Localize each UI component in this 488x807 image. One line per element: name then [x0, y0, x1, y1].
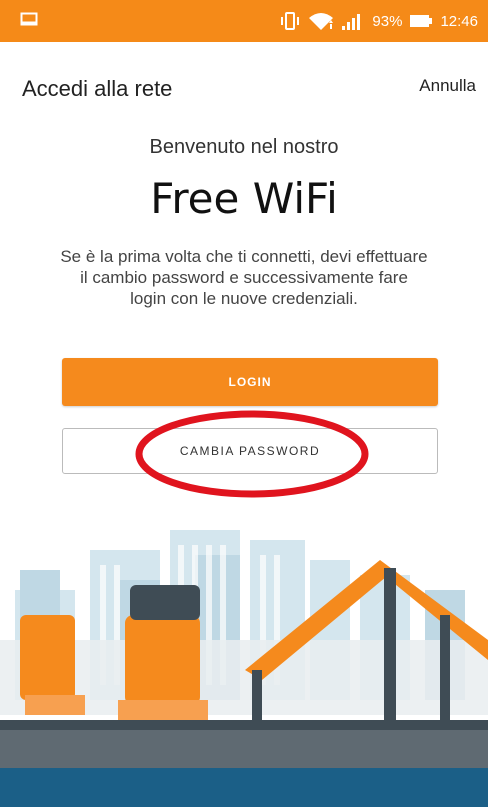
free-wifi-heading: Free WiFi — [150, 174, 338, 223]
cancel-button[interactable]: Annulla — [419, 76, 476, 96]
image-icon — [20, 12, 38, 26]
instructions-text: Se è la prima volta che ti connetti, dev… — [60, 247, 428, 308]
clock: 12:46 — [440, 12, 478, 30]
phone-screen: 93% 12:46 Accedi alla rete Annulla Benve… — [0, 0, 488, 807]
battery-percent: 93% — [372, 12, 403, 30]
change-password-button[interactable]: CAMBIA PASSWORD — [62, 428, 438, 474]
signal-icon — [342, 14, 361, 30]
page-title: Accedi alla rete — [22, 76, 173, 101]
bottom-bar — [0, 768, 488, 807]
welcome-text: Benvenuto nel nostro — [149, 136, 339, 158]
vibrate-icon — [281, 12, 300, 30]
login-button[interactable]: LOGIN — [62, 358, 438, 406]
battery-icon — [410, 15, 433, 27]
status-bar: 93% 12:46 — [0, 0, 488, 42]
bus-stop-illustration — [0, 520, 488, 807]
wifi-icon — [309, 13, 334, 30]
